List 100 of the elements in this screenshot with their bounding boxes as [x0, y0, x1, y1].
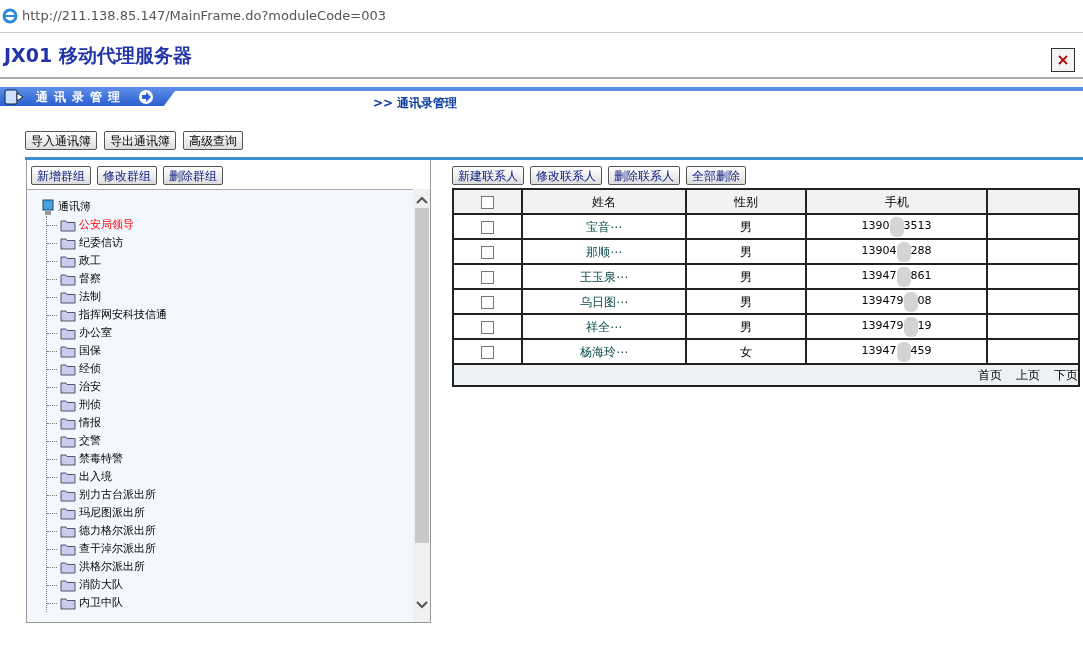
- contact-button[interactable]: 全部删除: [686, 166, 746, 185]
- gender-text: 男: [740, 294, 752, 309]
- gender-text: 男: [740, 319, 752, 334]
- folder-icon: [60, 272, 76, 286]
- folder-icon: [60, 362, 76, 376]
- toolbar-button[interactable]: 导入通讯簿: [25, 131, 97, 150]
- contact-name[interactable]: 祥全⋯: [586, 319, 622, 334]
- blur-mark: [903, 291, 918, 312]
- tree-item[interactable]: 国保: [79, 342, 101, 360]
- row-checkbox[interactable]: [481, 270, 494, 284]
- blur-mark: [903, 316, 918, 337]
- gender-text: 男: [740, 219, 752, 234]
- folder-icon: [60, 308, 76, 322]
- tree-item[interactable]: 查干淖尔派出所: [79, 540, 156, 558]
- gender-text: 女: [740, 344, 752, 359]
- row-checkbox[interactable]: [481, 220, 494, 234]
- pager-link[interactable]: 下页: [1054, 368, 1078, 382]
- tree-item[interactable]: 公安局领导: [79, 216, 134, 234]
- phone-text: 19: [917, 318, 932, 335]
- select-all-checkbox[interactable]: [481, 195, 494, 209]
- tree-item[interactable]: 消防大队: [79, 576, 123, 594]
- tree-item[interactable]: 内卫中队: [79, 594, 123, 612]
- tree-item[interactable]: 办公室: [79, 324, 112, 342]
- tree-item[interactable]: 禁毒特警: [79, 450, 123, 468]
- folder-icon: [60, 578, 76, 592]
- tree-item[interactable]: 政工: [79, 252, 101, 270]
- pager-link[interactable]: 首页: [978, 368, 1002, 382]
- tree-root[interactable]: 通讯簿: [58, 198, 91, 216]
- contact-name[interactable]: 那顺⋯: [586, 244, 622, 259]
- contact-button[interactable]: 删除联系人: [608, 166, 680, 185]
- tree-item[interactable]: 玛尼图派出所: [79, 504, 145, 522]
- phone-text: 13947: [861, 268, 897, 285]
- tree-item[interactable]: 经侦: [79, 360, 101, 378]
- document-icon: [4, 88, 24, 105]
- folder-icon: [60, 452, 76, 466]
- tree-item[interactable]: 德力格尔派出所: [79, 522, 156, 540]
- phone-text: 3513: [903, 218, 932, 235]
- column-header: 手机: [806, 189, 987, 214]
- group-button[interactable]: 删除群组: [163, 166, 223, 185]
- tree-item[interactable]: 刑侦: [79, 396, 101, 414]
- tree-item[interactable]: 出入境: [79, 468, 112, 486]
- phone-text: 459: [910, 343, 932, 360]
- contact-name[interactable]: 宝音⋯: [586, 219, 622, 234]
- folder-icon: [60, 398, 76, 412]
- folder-icon: [60, 434, 76, 448]
- row-checkbox[interactable]: [481, 345, 494, 359]
- folder-icon: [60, 542, 76, 556]
- tree-item[interactable]: 纪委信访: [79, 234, 123, 252]
- contact-button[interactable]: 新建联系人: [452, 166, 524, 185]
- row-checkbox[interactable]: [481, 295, 494, 309]
- phone-text: 861: [910, 268, 932, 285]
- folder-icon: [60, 524, 76, 538]
- column-header: 性别: [686, 189, 806, 214]
- folder-icon: [60, 416, 76, 430]
- folder-icon: [60, 560, 76, 574]
- row-checkbox[interactable]: [481, 245, 494, 259]
- breadcrumb: >> 通讯录管理: [373, 95, 458, 112]
- toolbar-button[interactable]: 高级查询: [183, 131, 243, 150]
- blur-mark: [896, 241, 911, 262]
- phone-text: 139479: [861, 318, 904, 335]
- tree-item[interactable]: 指挥网安科技信通: [79, 306, 167, 324]
- phone-text: 13947: [861, 343, 897, 360]
- folder-icon: [60, 236, 76, 250]
- folder-icon: [60, 290, 76, 304]
- folder-icon: [60, 488, 76, 502]
- tree-item[interactable]: 别力古台派出所: [79, 486, 156, 504]
- toolbar-button[interactable]: 导出通讯簿: [104, 131, 176, 150]
- folder-icon: [60, 218, 76, 232]
- gender-text: 男: [740, 269, 752, 284]
- close-button[interactable]: ×: [1051, 48, 1075, 72]
- column-header: 姓名: [522, 189, 686, 214]
- contact-name[interactable]: 乌日图⋯: [580, 294, 628, 309]
- row-checkbox[interactable]: [481, 320, 494, 334]
- contact-button[interactable]: 修改联系人: [530, 166, 602, 185]
- phone-text: 13904: [861, 243, 897, 260]
- contact-name[interactable]: 王玉泉⋯: [580, 269, 628, 284]
- contact-name[interactable]: 杨海玲⋯: [580, 344, 628, 359]
- blur-mark: [889, 216, 904, 237]
- tree-item[interactable]: 洪格尔派出所: [79, 558, 145, 576]
- blur-mark: [896, 266, 911, 287]
- tree-item[interactable]: 情报: [79, 414, 101, 432]
- blur-mark: [896, 341, 911, 362]
- tree-item[interactable]: 法制: [79, 288, 101, 306]
- phone-text: 139479: [861, 293, 904, 310]
- scrollbar[interactable]: [413, 189, 430, 622]
- folder-icon: [60, 326, 76, 340]
- gender-text: 男: [740, 244, 752, 259]
- group-button[interactable]: 修改群组: [97, 166, 157, 185]
- scroll-up-icon[interactable]: [415, 195, 428, 205]
- tree-item[interactable]: 督察: [79, 270, 101, 288]
- address-url[interactable]: http://211.138.85.147/MainFrame.do?moduleCode=003: [22, 6, 387, 26]
- folder-icon: [60, 254, 76, 268]
- module-tab[interactable]: 通讯录管理: [0, 87, 178, 106]
- group-button[interactable]: 新增群组: [31, 166, 91, 185]
- pager-link[interactable]: 上页: [1016, 368, 1040, 382]
- folder-icon: [60, 596, 76, 610]
- scroll-down-icon[interactable]: [415, 600, 428, 610]
- folder-icon: [60, 506, 76, 520]
- tree-item[interactable]: 治安: [79, 378, 101, 396]
- tree-item[interactable]: 交警: [79, 432, 101, 450]
